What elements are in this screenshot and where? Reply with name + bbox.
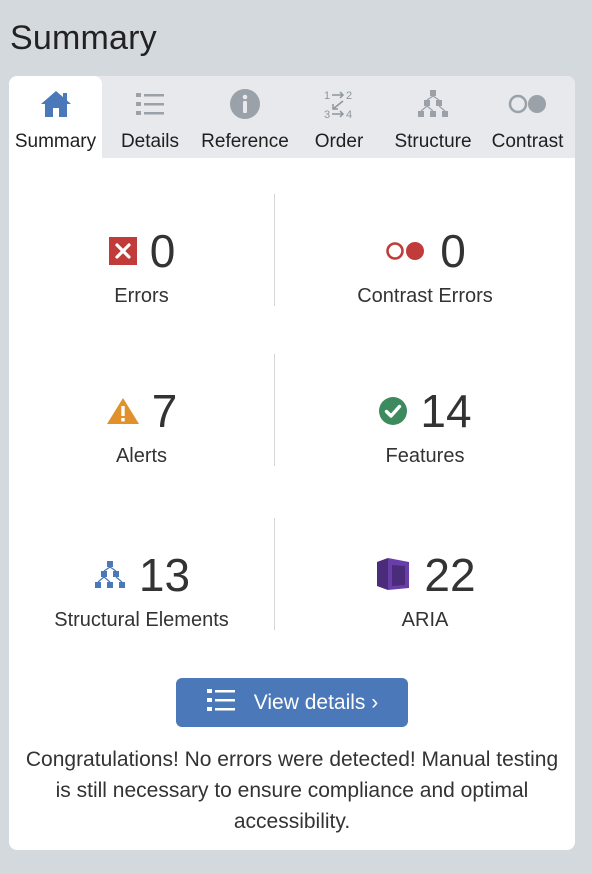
svg-text:2: 2 <box>346 90 352 102</box>
svg-text:1: 1 <box>324 90 330 102</box>
alerts-label: Alerts <box>115 445 168 467</box>
tab-reference[interactable]: Reference <box>198 76 292 158</box>
info-icon <box>228 86 262 122</box>
list-icon <box>206 687 236 718</box>
tab-label: Reference <box>201 131 289 152</box>
features-label: Features <box>385 445 465 467</box>
aria-count: 22 <box>424 549 476 601</box>
page-title: Summary <box>10 19 157 57</box>
alert-icon <box>106 396 140 426</box>
alerts-stat[interactable]: 7 Alerts <box>9 354 274 467</box>
errors-stat[interactable]: 0 Errors <box>9 194 274 307</box>
svg-text:4: 4 <box>346 109 352 121</box>
features-stat[interactable]: 14 Features <box>275 354 575 467</box>
contrast-error-icon <box>384 239 428 263</box>
tab-label: Contrast <box>491 131 564 152</box>
stats-row: 7 Alerts 14 Features <box>9 354 575 467</box>
errors-label: Errors <box>114 285 169 307</box>
errors-count: 0 <box>149 225 176 277</box>
tab-label: Details <box>120 131 180 152</box>
structural-elements-stat[interactable]: 13 Structural Elements <box>9 518 274 631</box>
congratulations-message: Congratulations! No errors were detected… <box>25 748 559 833</box>
structural-elements-count: 13 <box>138 549 191 601</box>
contrast-icon <box>506 86 550 122</box>
contrast-errors-count: 0 <box>440 225 466 277</box>
svg-text:3: 3 <box>324 109 330 121</box>
tab-label: Order <box>314 131 364 152</box>
tab-bar: Summary Details Reference 1 2 3 4 Order … <box>9 76 575 158</box>
structural-elements-label: Structural Elements <box>54 609 229 631</box>
check-icon <box>378 396 408 426</box>
features-count: 14 <box>420 385 472 437</box>
aria-stat[interactable]: 22 ARIA <box>275 518 575 631</box>
home-icon <box>39 86 73 122</box>
stats-row: 13 Structural Elements 22 ARIA <box>9 518 575 631</box>
aria-icon <box>374 556 412 594</box>
list-icon <box>134 86 166 122</box>
tab-label: Structure <box>394 131 472 152</box>
structure-icon <box>416 86 450 122</box>
summary-panel: Summary Details Reference 1 2 3 4 Order … <box>9 76 575 850</box>
contrast-errors-stat[interactable]: 0 Contrast Errors <box>275 194 575 307</box>
tab-details[interactable]: Details <box>102 76 198 158</box>
tab-structure[interactable]: Structure <box>386 76 480 158</box>
aria-label: ARIA <box>401 609 449 631</box>
order-icon: 1 2 3 4 <box>321 86 357 122</box>
view-details-label: View details › <box>253 690 379 714</box>
tab-label: Summary <box>14 131 97 152</box>
view-details-button[interactable]: View details › <box>176 678 408 727</box>
stats-row: 0 Errors 0 Contrast Errors <box>9 194 575 307</box>
contrast-errors-label: Contrast Errors <box>357 285 493 307</box>
structure-icon <box>93 559 127 591</box>
tab-contrast[interactable]: Contrast <box>480 76 575 158</box>
error-icon <box>108 236 138 266</box>
tab-summary[interactable]: Summary <box>9 76 102 158</box>
tab-order[interactable]: 1 2 3 4 Order <box>292 76 386 158</box>
alerts-count: 7 <box>151 385 178 437</box>
